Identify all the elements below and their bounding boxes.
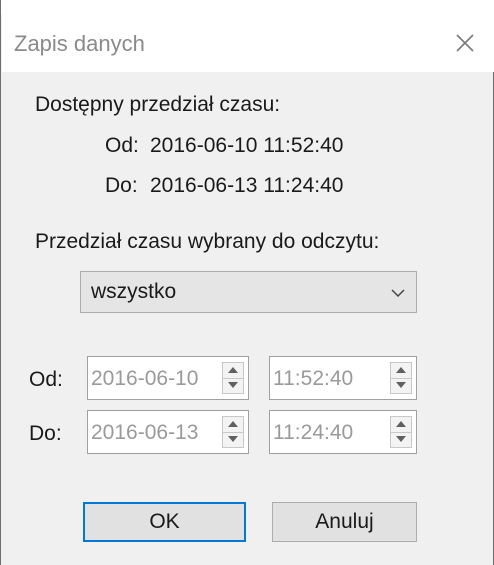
from-date-value: 2016-06-10: [91, 367, 199, 390]
from-date-decrement[interactable]: [223, 378, 243, 393]
selected-range-heading: Przedział czasu wybrany do odczytu:: [35, 230, 380, 253]
to-date-field[interactable]: 2016-06-13: [87, 410, 249, 454]
to-date-decrement[interactable]: [223, 432, 243, 447]
title-bar[interactable]: Zapis danych: [2, 14, 494, 72]
arrow-up-icon: [228, 421, 238, 427]
from-date-spinner[interactable]: [222, 362, 244, 394]
arrow-down-icon: [396, 382, 406, 388]
cancel-button[interactable]: Anuluj: [272, 502, 417, 542]
available-range-heading: Dostępny przedział czasu:: [35, 93, 281, 116]
to-label: Do:: [29, 422, 62, 445]
arrow-up-icon: [396, 421, 406, 427]
from-time-field[interactable]: 11:52:40: [269, 356, 417, 400]
to-date-spinner[interactable]: [222, 416, 244, 448]
from-date-field[interactable]: 2016-06-10: [87, 356, 249, 400]
dialog-window: Zapis danych Dostępny przedział czasu: O…: [0, 0, 494, 565]
from-time-value: 11:52:40: [273, 367, 354, 390]
to-date-increment[interactable]: [223, 417, 243, 433]
from-label: Od:: [29, 368, 63, 391]
from-time-spinner[interactable]: [390, 362, 412, 394]
ok-button[interactable]: OK: [83, 502, 246, 542]
window-top-edge: [1, 0, 494, 14]
to-date-value: 2016-06-13: [91, 421, 199, 444]
available-to-value: 2016-06-13 11:24:40: [150, 174, 344, 197]
to-time-spinner[interactable]: [390, 416, 412, 448]
from-time-decrement[interactable]: [391, 378, 411, 393]
arrow-down-icon: [228, 436, 238, 442]
chevron-down-icon[interactable]: [390, 285, 406, 301]
arrow-up-icon: [228, 367, 238, 373]
arrow-up-icon: [396, 367, 406, 373]
available-to-label: Do:: [105, 174, 138, 197]
available-from-value: 2016-06-10 11:52:40: [150, 134, 344, 157]
to-time-increment[interactable]: [391, 417, 411, 433]
range-select[interactable]: wszystko: [80, 271, 417, 313]
to-time-value: 11:24:40: [273, 421, 354, 444]
close-icon[interactable]: [451, 29, 479, 57]
range-select-value: wszystko: [91, 280, 177, 303]
arrow-down-icon: [228, 382, 238, 388]
from-date-increment[interactable]: [223, 363, 243, 379]
to-time-decrement[interactable]: [391, 432, 411, 447]
arrow-down-icon: [396, 436, 406, 442]
from-time-increment[interactable]: [391, 363, 411, 379]
dialog-title: Zapis danych: [14, 31, 145, 56]
to-time-field[interactable]: 11:24:40: [269, 410, 417, 454]
available-from-label: Od:: [105, 134, 139, 157]
